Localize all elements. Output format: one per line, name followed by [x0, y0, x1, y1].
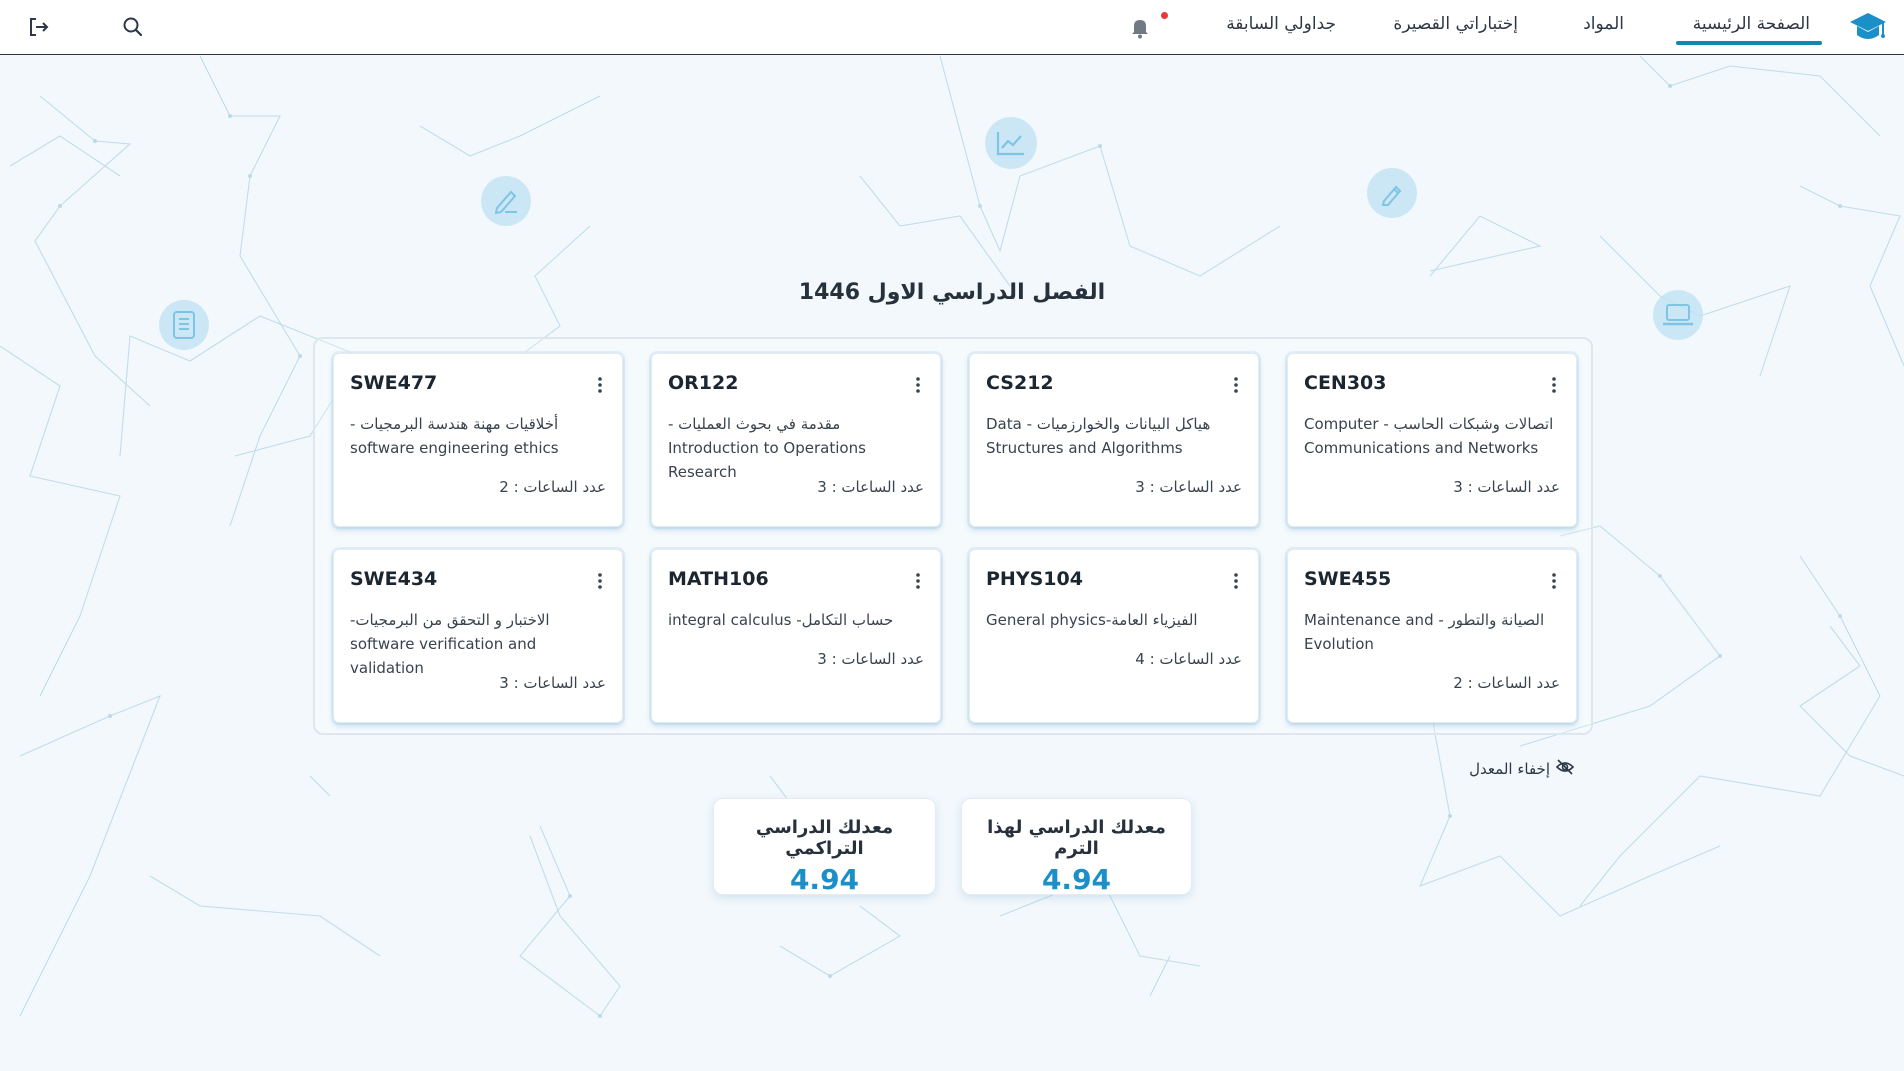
course-code: SWE477 — [350, 372, 438, 394]
course-card-cs212[interactable]: CS212 هياكل البيانات والخوارزميات - Data… — [969, 353, 1259, 527]
laptop-icon — [1653, 290, 1703, 340]
pencil-icon — [1367, 168, 1417, 218]
bell-icon[interactable] — [1126, 14, 1154, 42]
cumulative-gpa-label: معدلك الدراسي التراكمي — [755, 817, 894, 859]
more-options-icon[interactable] — [1228, 570, 1244, 592]
logout-icon[interactable] — [25, 13, 53, 41]
more-options-icon[interactable] — [910, 570, 926, 592]
courses-panel: CEN303 اتصالات وشبكات الحاسب - Computer … — [313, 337, 1593, 735]
course-code: PHYS104 — [986, 568, 1083, 590]
course-name: الصيانة والتطور - Maintenance and Evolut… — [1304, 611, 1545, 653]
course-hours: عدد الساعات : 3 — [817, 650, 924, 668]
course-hours: عدد الساعات : 2 — [499, 478, 606, 496]
top-navigation-bar: الصفحة الرئيسية المواد إختباراتي القصيرة… — [0, 0, 1904, 55]
nav-home[interactable]: الصفحة الرئيسية — [1693, 14, 1810, 44]
search-icon[interactable] — [119, 13, 147, 41]
course-code: SWE455 — [1304, 568, 1392, 590]
eye-off-icon — [1555, 759, 1575, 779]
course-hours: عدد الساعات : 3 — [1453, 478, 1560, 496]
pen-icon — [481, 176, 531, 226]
hide-gpa-toggle[interactable]: إخفاء المعدل — [1469, 758, 1575, 780]
active-tab-indicator — [1676, 41, 1822, 45]
course-card-phys104[interactable]: PHYS104 الفيزياء العامة-General physics … — [969, 549, 1259, 723]
course-name: حساب التكامل- integral calculus — [668, 611, 894, 629]
semester-title: الفصل الدراسي الاول 1446 — [798, 280, 1106, 305]
term-gpa-card: معدلك الدراسي لهذا الترم 4.94 — [961, 798, 1192, 896]
course-hours: عدد الساعات : 2 — [1453, 674, 1560, 692]
notification-dot — [1161, 12, 1168, 19]
course-code: CEN303 — [1304, 372, 1387, 394]
course-code: MATH106 — [668, 568, 769, 590]
course-hours: عدد الساعات : 4 — [1135, 650, 1242, 668]
course-name: أخلاقيات مهنة هندسة البرمجيات - software… — [350, 415, 559, 457]
nav-courses[interactable]: المواد — [1583, 14, 1624, 44]
course-code: CS212 — [986, 372, 1054, 394]
course-card-swe477[interactable]: SWE477 أخلاقيات مهنة هندسة البرمجيات - s… — [333, 353, 623, 527]
graduation-cap-icon[interactable] — [1848, 10, 1888, 46]
book-icon — [159, 300, 209, 350]
course-card-swe455[interactable]: SWE455 الصيانة والتطور - Maintenance and… — [1287, 549, 1577, 723]
more-options-icon[interactable] — [1546, 374, 1562, 396]
course-name: مقدمة في بحوث العمليات - Introduction to… — [668, 415, 866, 481]
course-hours: عدد الساعات : 3 — [499, 674, 606, 692]
hide-gpa-label: إخفاء المعدل — [1469, 760, 1550, 778]
more-options-icon[interactable] — [592, 570, 608, 592]
course-name: هياكل البيانات والخوارزميات - Data Struc… — [986, 415, 1211, 457]
more-options-icon[interactable] — [1228, 374, 1244, 396]
more-options-icon[interactable] — [1546, 570, 1562, 592]
course-code: SWE434 — [350, 568, 438, 590]
more-options-icon[interactable] — [592, 374, 608, 396]
course-name: الفيزياء العامة-General physics — [986, 611, 1198, 629]
cumulative-gpa-value: 4.94 — [789, 863, 860, 896]
course-card-swe434[interactable]: SWE434 الاختبار و التحقق من البرمجيات- s… — [333, 549, 623, 723]
course-name: اتصالات وشبكات الحاسب - Computer Communi… — [1304, 415, 1554, 457]
course-card-cen303[interactable]: CEN303 اتصالات وشبكات الحاسب - Computer … — [1287, 353, 1577, 527]
chart-icon — [985, 117, 1037, 169]
term-gpa-label: معدلك الدراسي لهذا الترم — [987, 817, 1166, 859]
cumulative-gpa-card: معدلك الدراسي التراكمي 4.94 — [713, 798, 936, 896]
course-hours: عدد الساعات : 3 — [1135, 478, 1242, 496]
more-options-icon[interactable] — [910, 374, 926, 396]
course-code: OR122 — [668, 372, 739, 394]
course-card-math106[interactable]: MATH106 حساب التكامل- integral calculus … — [651, 549, 941, 723]
course-card-or122[interactable]: OR122 مقدمة في بحوث العمليات - Introduct… — [651, 353, 941, 527]
nav-previous-schedules[interactable]: جداولي السابقة — [1226, 14, 1336, 44]
term-gpa-value: 4.94 — [1041, 863, 1112, 896]
course-hours: عدد الساعات : 3 — [817, 478, 924, 496]
course-name: الاختبار و التحقق من البرمجيات- software… — [350, 611, 550, 677]
nav-quizzes[interactable]: إختباراتي القصيرة — [1393, 14, 1518, 44]
